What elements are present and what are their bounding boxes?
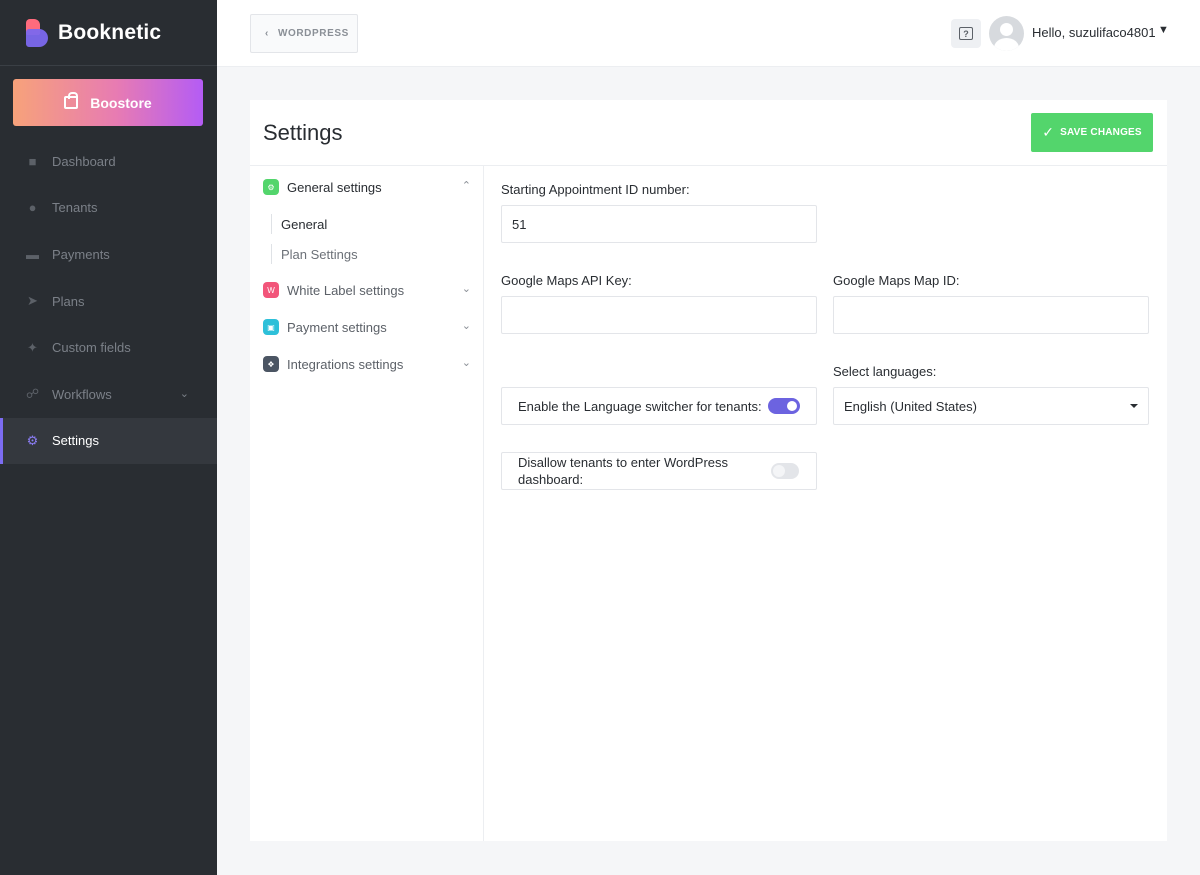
save-changes-label: SAVE CHANGES: [1060, 127, 1142, 138]
settings-group-label: Payment settings: [287, 319, 387, 335]
chevron-left-icon: ‹: [265, 28, 269, 39]
chevron-down-icon[interactable]: ⌄: [180, 387, 189, 400]
workflow-icon: ☍: [25, 386, 40, 402]
chevron-down-icon: ⌄: [461, 283, 471, 295]
sidebar-item-payments[interactable]: ▬ Payments: [0, 231, 217, 278]
sidebar-item-settings[interactable]: ⚙ Settings: [0, 417, 217, 465]
topbar: ‹ WORDPRESS ? Hello, suzulifaco4801 ▼: [217, 0, 1200, 67]
boostore-label: Boostore: [90, 94, 152, 111]
cube-icon: ■: [28, 153, 37, 169]
wordpress-back-button[interactable]: ‹ WORDPRESS: [250, 14, 358, 53]
caret-down-icon: [1130, 404, 1138, 408]
header-divider: [250, 165, 1167, 166]
settings-group-payment[interactable]: ▣ Payment settings ⌄: [263, 317, 471, 337]
sidebar-item-label: Tenants: [52, 200, 98, 216]
sidebar: Booknetic Boostore ■ Dashboard ● Tenants…: [0, 0, 217, 875]
sidebar-item-label: Settings: [52, 433, 99, 449]
chevron-down-icon[interactable]: ▼: [1158, 24, 1169, 36]
white-label-icon: W: [263, 282, 279, 298]
sidebar-item-custom-fields[interactable]: ✦ Custom fields: [0, 324, 217, 371]
boostore-button[interactable]: Boostore: [13, 79, 203, 126]
rocket-icon: ➤: [27, 293, 38, 309]
user-greeting[interactable]: Hello, suzulifaco4801: [1032, 25, 1156, 40]
sidebar-item-tenants[interactable]: ● Tenants: [0, 185, 217, 232]
select-languages-label: Select languages:: [833, 364, 937, 379]
sidebar-item-dashboard[interactable]: ■ Dashboard: [0, 138, 217, 185]
check-icon: ✓: [1042, 124, 1055, 140]
language-switcher-toggle[interactable]: [768, 398, 800, 414]
brand-name: Booknetic: [58, 20, 162, 44]
disallow-wp-setting: Disallow tenants to enter WordPress dash…: [501, 452, 817, 490]
help-icon: ?: [959, 27, 973, 40]
languages-select[interactable]: English (United States): [833, 387, 1149, 425]
settings-group-general[interactable]: ⚙ General settings ⌃: [263, 177, 471, 197]
sidebar-item-label: Workflows: [52, 386, 112, 402]
chevron-down-icon: ⌄: [461, 357, 471, 369]
start-id-label: Starting Appointment ID number:: [501, 182, 690, 197]
page-title: Settings: [263, 120, 343, 145]
gear-icon: ⚙: [263, 179, 279, 195]
integrations-icon: ❖: [263, 356, 279, 372]
chevron-up-icon: ⌃: [461, 180, 471, 192]
help-button[interactable]: ?: [951, 19, 981, 48]
brand[interactable]: Booknetic: [0, 0, 217, 66]
magic-wand-icon: ✦: [27, 339, 38, 355]
language-switcher-label: Enable the Language switcher for tenants…: [518, 399, 762, 414]
sidebar-item-label: Plans: [52, 293, 85, 309]
start-id-input[interactable]: 51: [501, 205, 817, 243]
maps-map-id-label: Google Maps Map ID:: [833, 273, 960, 288]
disallow-wp-label: Disallow tenants to enter WordPress dash…: [518, 455, 729, 487]
sidebar-item-workflows[interactable]: ☍ Workflows ⌄: [0, 371, 217, 418]
settings-subitem-general[interactable]: General: [271, 214, 327, 234]
wordpress-back-label: WORDPRESS: [277, 28, 349, 39]
settings-group-white-label[interactable]: W White Label settings ⌄: [263, 280, 471, 300]
settings-group-integrations[interactable]: ❖ Integrations settings ⌄: [263, 354, 471, 374]
maps-map-id-input[interactable]: [833, 296, 1149, 334]
gear-icon: ⚙: [26, 432, 39, 448]
settings-subitem-plan-settings[interactable]: Plan Settings: [271, 244, 358, 264]
languages-selected-value: English (United States): [844, 398, 977, 414]
settings-card: Settings ✓ SAVE CHANGES ⚙ General settin…: [250, 100, 1167, 841]
credit-card-icon: ▬: [26, 246, 39, 262]
booknetic-logo: [26, 18, 48, 47]
maps-api-key-input[interactable]: [501, 296, 817, 334]
sidebar-item-plans[interactable]: ➤ Plans: [0, 278, 217, 325]
menu-divider: [483, 166, 484, 841]
sidebar-nav: ■ Dashboard ● Tenants ▬ Payments ➤ Plans…: [0, 138, 217, 465]
maps-api-key-label: Google Maps API Key:: [501, 273, 632, 288]
user-icon: ●: [28, 200, 37, 216]
settings-group-label: Integrations settings: [287, 356, 404, 372]
disallow-wp-toggle[interactable]: [771, 463, 799, 479]
sidebar-item-label: Payments: [52, 246, 110, 262]
language-switcher-setting: Enable the Language switcher for tenants…: [501, 387, 817, 425]
avatar[interactable]: [989, 16, 1024, 51]
sidebar-item-label: Custom fields: [52, 340, 131, 356]
chevron-down-icon: ⌄: [461, 320, 471, 332]
settings-group-label: General settings: [287, 179, 382, 195]
sidebar-item-label: Dashboard: [52, 153, 116, 169]
shopping-bag-icon: [64, 92, 79, 109]
settings-group-label: White Label settings: [287, 282, 405, 298]
payment-icon: ▣: [263, 319, 279, 335]
save-changes-button[interactable]: ✓ SAVE CHANGES: [1031, 113, 1153, 152]
